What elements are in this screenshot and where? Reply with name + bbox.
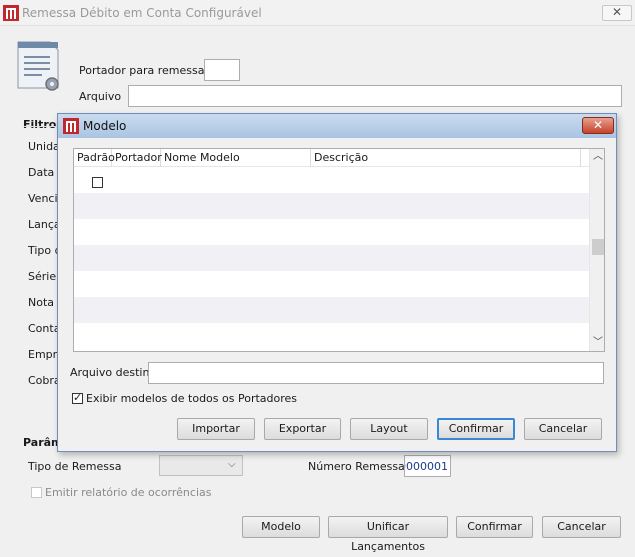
modal-cancelar-button[interactable]: Cancelar: [524, 418, 602, 440]
unificar-lancamentos-button[interactable]: Unificar Lançamentos: [328, 516, 448, 553]
modelo-dialog: Modelo ✕ Padrão Portador Nome Modelo Des…: [57, 113, 617, 452]
column-header-descricao[interactable]: Descrição: [311, 149, 581, 167]
chevron-up-icon[interactable]: ︿: [590, 149, 604, 165]
modelo-dialog-title: Modelo: [83, 119, 127, 133]
exibir-modelos-label: Exibir modelos de todos os Portadores: [86, 392, 298, 405]
portador-label: Portador para remessa: [79, 64, 205, 77]
chevron-down-icon: ⌵: [228, 459, 236, 470]
column-header-nome-modelo[interactable]: Nome Modelo: [161, 149, 311, 167]
arquivo-destino-input[interactable]: [148, 362, 604, 384]
emitir-relatorio-checkbox[interactable]: [31, 487, 42, 498]
exportar-button[interactable]: Exportar: [264, 418, 341, 440]
cancelar-button[interactable]: Cancelar: [542, 516, 621, 538]
table-row-empty: [74, 323, 589, 349]
table-row[interactable]: [74, 167, 589, 193]
filtro-label-conta: Conta: [28, 322, 61, 335]
table-row-empty: [74, 219, 589, 245]
modelo-grid[interactable]: Padrão Portador Nome Modelo Descrição ︿ …: [73, 148, 605, 352]
arquivo-label: Arquivo: [79, 90, 122, 103]
app-logo-icon: [63, 118, 79, 134]
padrao-checkbox[interactable]: [92, 177, 103, 188]
importar-button[interactable]: Importar: [177, 418, 255, 440]
modelo-dialog-title-bar: Modelo ✕: [58, 114, 616, 138]
scroll-thumb[interactable]: [592, 239, 604, 255]
layout-button[interactable]: Layout: [350, 418, 428, 440]
modelo-button[interactable]: Modelo: [242, 516, 320, 538]
emitir-relatorio-label: Emitir relatório de ocorrências: [45, 486, 212, 499]
modelo-dialog-close-button[interactable]: ✕: [582, 117, 614, 134]
filtros-divider: [23, 126, 57, 127]
filtro-label-cobranca: Cobra: [28, 374, 61, 387]
modal-confirmar-button[interactable]: Confirmar: [437, 418, 515, 440]
table-row-empty: [74, 297, 589, 323]
filtro-label-lancamento: Lança: [28, 218, 61, 231]
column-header-portador[interactable]: Portador: [112, 149, 162, 167]
table-row-empty: [74, 271, 589, 297]
window-title: Remessa Débito em Conta Configurável: [22, 6, 262, 20]
table-row-empty: [74, 245, 589, 271]
arquivo-destino-label: Arquivo destino: [70, 366, 157, 379]
close-icon: ✕: [592, 118, 604, 132]
document-gear-icon: [17, 41, 59, 91]
tipo-remessa-label: Tipo de Remessa: [28, 460, 122, 473]
numero-remessa-label: Número Remessa: [308, 460, 405, 473]
filtro-label-serie: Série: [28, 270, 57, 283]
numero-remessa-input[interactable]: 0000001: [404, 455, 451, 477]
portador-input[interactable]: [204, 59, 240, 81]
grid-header: Padrão Portador Nome Modelo Descrição: [74, 149, 589, 167]
filtro-label-unidade: Unida: [28, 140, 60, 153]
exibir-modelos-checkbox[interactable]: [72, 391, 83, 404]
filtro-label-data: Data: [28, 166, 55, 179]
grid-vertical-scrollbar[interactable]: ︿ ﹀: [589, 149, 604, 351]
confirmar-button[interactable]: Confirmar: [456, 516, 533, 538]
arquivo-input[interactable]: [128, 85, 622, 107]
chevron-down-icon[interactable]: ﹀: [590, 335, 604, 351]
close-icon: ✕: [611, 5, 623, 19]
column-header-padrao[interactable]: Padrão: [74, 149, 115, 167]
table-row-empty: [74, 193, 589, 219]
tipo-remessa-select[interactable]: ⌵: [159, 455, 243, 476]
app-logo-icon: [3, 5, 19, 21]
window-close-button[interactable]: ✕: [602, 5, 632, 21]
window-title-bar: Remessa Débito em Conta Configurável ✕: [0, 0, 635, 26]
